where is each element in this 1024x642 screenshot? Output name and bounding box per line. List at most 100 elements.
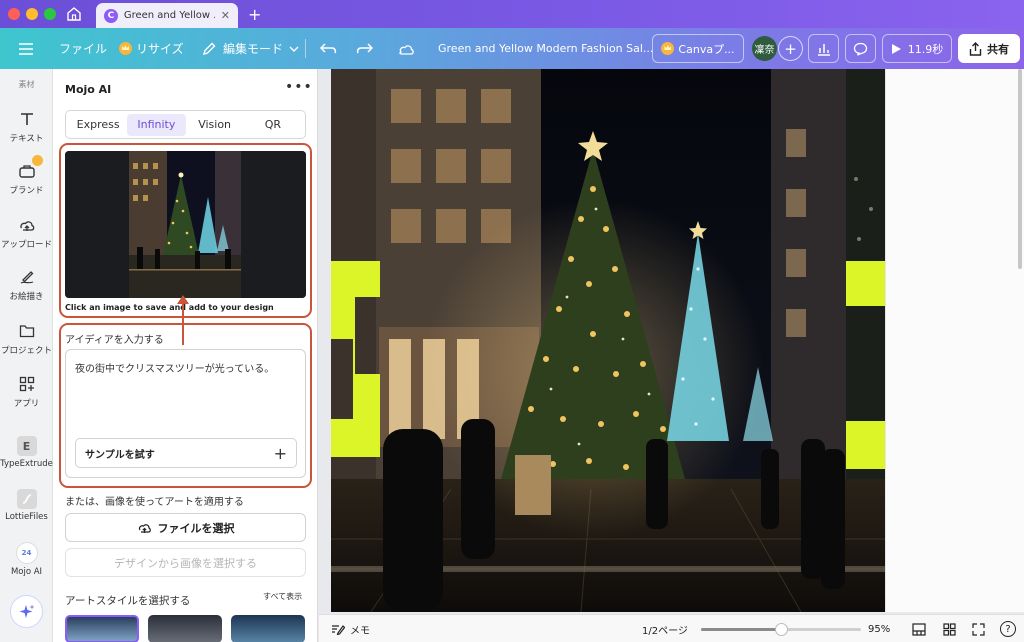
generated-image	[65, 151, 306, 298]
chevron-down-icon	[289, 46, 299, 52]
next-page-area	[885, 69, 1024, 612]
document-title[interactable]: Green and Yellow Modern Fashion Sal...	[438, 28, 653, 69]
tab-express[interactable]: Express	[69, 114, 127, 136]
present-button[interactable]: 11.9秒	[882, 34, 952, 63]
rail-item-brand[interactable]: ブランド	[0, 155, 53, 196]
browser-tab[interactable]: C Green and Yellow ... ✕	[96, 3, 238, 28]
rail-item-label: ブランド	[9, 186, 44, 196]
rail-item-label: Mojo AI	[10, 567, 43, 577]
rail-item-mojo-ai[interactable]: 24 Mojo AI	[0, 542, 53, 577]
rail-item-typeextrude[interactable]: E TypeExtrude	[0, 436, 53, 469]
folder-icon	[17, 321, 37, 341]
lottiefiles-icon	[16, 489, 37, 509]
rail-item-label: お絵描き	[9, 292, 44, 302]
canvas-scrollbar[interactable]	[1018, 69, 1022, 269]
canva-favicon-icon: C	[104, 8, 118, 23]
tab-qr[interactable]: QR	[244, 114, 302, 136]
resize-button[interactable]: リサイズ	[119, 28, 184, 69]
share-label: 共有	[987, 42, 1009, 56]
try-sample-button[interactable]: サンプルを試す +	[75, 438, 297, 468]
mojo-ai-icon: 24	[15, 542, 38, 564]
rail-item-label: テキスト	[9, 134, 44, 144]
window-titlebar: C Green and Yellow ... ✕ +	[0, 0, 1024, 28]
design-page[interactable]	[331, 69, 885, 612]
share-button[interactable]: 共有	[958, 34, 1020, 63]
resize-label: リサイズ	[136, 42, 184, 56]
show-all-link[interactable]: すべて表示	[263, 591, 302, 602]
crown-icon	[31, 155, 43, 166]
home-icon[interactable]	[66, 6, 82, 22]
typeextrude-icon: E	[16, 436, 37, 456]
zoom-slider-fill	[701, 628, 781, 631]
new-tab-button[interactable]: +	[248, 5, 261, 24]
generated-image-preview[interactable]	[65, 151, 306, 298]
grid-view-icon[interactable]	[912, 615, 926, 642]
fullscreen-icon[interactable]	[972, 615, 985, 642]
file-menu-button[interactable]: ファイル	[59, 28, 107, 69]
undo-icon[interactable]	[320, 28, 338, 69]
left-nav-rail: 素材 テキスト ブランド アップロード お絵描き プロジェクト アプリ E Ty…	[0, 69, 53, 642]
cloud-save-icon[interactable]	[397, 28, 415, 69]
tab-title: Green and Yellow ...	[123, 10, 215, 21]
art-style-list	[65, 615, 306, 642]
crown-icon	[119, 42, 132, 55]
page-indicator[interactable]: 1/2ページ	[642, 615, 688, 642]
rail-item-text[interactable]: テキスト	[0, 109, 53, 144]
idea-input-value: 夜の街中でクリスマスツリーが光っている。	[75, 364, 275, 375]
art-style-thumb[interactable]	[148, 615, 222, 642]
tab-infinity[interactable]: Infinity	[127, 113, 186, 136]
canva-pro-label: Canvaプ...	[678, 42, 735, 56]
zoom-slider[interactable]	[701, 623, 861, 636]
zoom-value[interactable]: 95%	[868, 615, 890, 642]
magic-sparkle-button[interactable]	[10, 595, 43, 628]
canva-pro-button[interactable]: Canvaプ...	[652, 34, 744, 63]
menu-icon[interactable]	[18, 28, 34, 69]
plus-icon: +	[273, 443, 287, 463]
close-window-button[interactable]	[8, 8, 20, 20]
rail-item-label: アプリ	[13, 399, 40, 409]
upload-cloud-icon	[138, 524, 151, 533]
close-tab-icon[interactable]: ✕	[221, 9, 230, 22]
comment-icon[interactable]	[845, 34, 876, 63]
rail-item-projects[interactable]: プロジェクト	[0, 321, 53, 356]
rail-item-lottiefiles[interactable]: LottieFiles	[0, 489, 53, 522]
notes-button[interactable]: メモ	[331, 615, 370, 642]
redo-icon[interactable]	[355, 28, 373, 69]
sparkle-icon	[19, 604, 34, 618]
rail-item-draw[interactable]: お絵描き	[0, 267, 53, 302]
more-options-icon[interactable]: •••	[285, 79, 313, 95]
minimize-window-button[interactable]	[26, 8, 38, 20]
share-icon	[969, 41, 982, 56]
christmas-tree-image	[331, 69, 885, 612]
brand-icon	[17, 155, 43, 181]
idea-input[interactable]: 夜の街中でクリスマスツリーが光っている。 サンプルを試す +	[65, 349, 306, 478]
zoom-window-button[interactable]	[44, 8, 56, 20]
edit-mode-button[interactable]: 編集モード	[201, 28, 299, 69]
panel-title: Mojo AI	[65, 83, 112, 96]
select-from-design-button[interactable]: デザインから画像を選択する	[65, 548, 306, 577]
rail-item-apps[interactable]: アプリ	[0, 374, 53, 409]
editor-toolbar: ファイル リサイズ 編集モード Green and Yellow Modern …	[0, 28, 1024, 69]
upload-icon	[17, 215, 37, 235]
thumbnail-grid-icon[interactable]	[943, 615, 956, 642]
choose-file-button[interactable]: ファイルを選択	[65, 513, 306, 542]
rail-elements-label[interactable]: 素材	[0, 79, 53, 90]
play-icon	[891, 43, 901, 54]
play-duration: 11.9秒	[907, 42, 944, 56]
rail-item-label: TypeExtrude	[0, 459, 53, 469]
zoom-slider-handle[interactable]	[774, 623, 788, 636]
rail-item-upload[interactable]: アップロード	[0, 215, 53, 250]
idea-label: アイディアを入力する	[65, 335, 164, 346]
user-avatar[interactable]: 凜奈	[752, 36, 777, 61]
pencil-icon	[202, 42, 216, 55]
editor-footer: メモ 1/2ページ 95% ?	[319, 614, 1024, 642]
help-button[interactable]: ?	[1000, 615, 1016, 642]
tab-vision[interactable]: Vision	[186, 114, 244, 136]
try-sample-label: サンプルを試す	[85, 449, 155, 461]
draw-icon	[17, 267, 37, 287]
art-style-thumb[interactable]	[231, 615, 305, 642]
rail-item-label: LottieFiles	[5, 512, 48, 522]
analytics-icon[interactable]	[808, 34, 839, 63]
add-collaborator-icon[interactable]: +	[778, 36, 803, 61]
art-style-thumb[interactable]	[65, 615, 139, 642]
